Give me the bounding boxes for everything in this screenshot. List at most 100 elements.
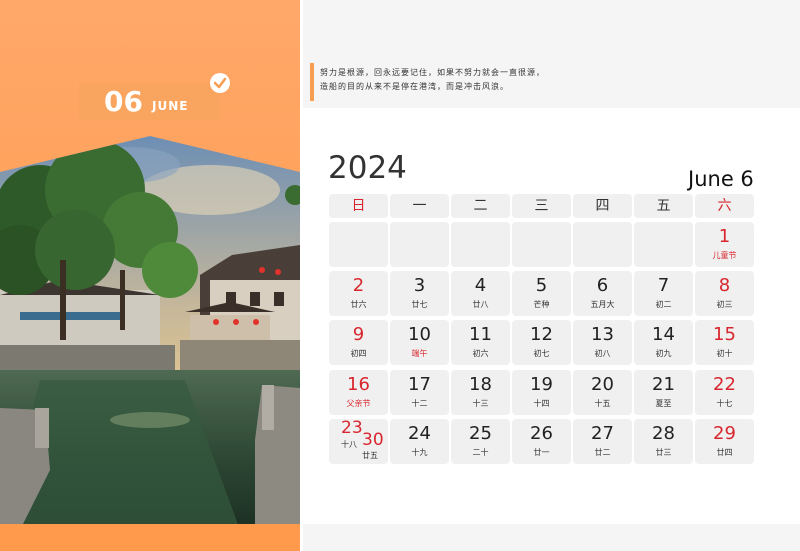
empty-day-cell [390, 222, 449, 267]
day-number: 14 [652, 324, 675, 345]
lunar-date: 十九 [411, 448, 428, 457]
day-cell[interactable]: 13 初八 [573, 320, 632, 365]
day-number: 2 [352, 275, 365, 296]
day-cell[interactable]: 11 初六 [451, 320, 510, 365]
lunar-date: 十五 [594, 399, 611, 408]
lunar-date: 廿三 [655, 448, 672, 457]
day-cell[interactable]: 18 十三 [451, 370, 510, 415]
day-number: 3 [413, 275, 426, 296]
day-cell[interactable]: 29 廿四 [695, 419, 754, 464]
day-cell[interactable]: 16 父亲节 [329, 370, 388, 415]
lunar-date: 芒种 [533, 300, 550, 309]
lunar-date: 初四 [350, 349, 367, 358]
lunar-date: 初六 [472, 349, 489, 358]
lunar-date: 初九 [655, 349, 672, 358]
day-number: 16 [347, 374, 370, 395]
day-cell[interactable]: 8 初三 [695, 271, 754, 316]
lunar-date: 初二 [655, 300, 672, 309]
lunar-date: 初十 [716, 349, 733, 358]
lunar-date: 十七 [716, 399, 733, 408]
lunar-date: 廿四 [716, 448, 733, 457]
day-cell[interactable]: 24 十九 [390, 419, 449, 464]
day-cell[interactable]: 4 廿八 [451, 271, 510, 316]
day-number: 24 [408, 423, 431, 444]
day-cell[interactable]: 7 初二 [634, 271, 693, 316]
month-label: June 6 [688, 167, 754, 191]
lunar-date: 廿六 [350, 300, 367, 309]
day-number: 13 [591, 324, 614, 345]
day-number: 25 [469, 423, 492, 444]
quote-accent-bar [310, 63, 314, 101]
day-cell[interactable]: 10 端午 [390, 320, 449, 365]
day-number: 8 [718, 275, 731, 296]
lunar-date: 十八 [341, 440, 357, 449]
weekday-header: 六 [695, 194, 754, 218]
quote-line-2: 造船的目的从来不是停在港湾，而是冲击风浪。 [320, 82, 509, 91]
day-number: 27 [591, 423, 614, 444]
day-number: 17 [408, 374, 431, 395]
empty-day-cell [512, 222, 571, 267]
day-cell[interactable]: 27 廿二 [573, 419, 632, 464]
year-label: 2024 [328, 150, 407, 186]
lunar-date: 端午 [411, 349, 428, 358]
lunar-date: 初七 [533, 349, 550, 358]
lunar-date: 廿八 [472, 300, 489, 309]
day-cell[interactable]: 17 十二 [390, 370, 449, 415]
lunar-date: 廿一 [533, 448, 550, 457]
day-number: 20 [591, 374, 614, 395]
quote-line-1: 努力是根源，回永远要记住，如果不努力就会一直很源， [320, 68, 545, 77]
empty-day-cell [634, 222, 693, 267]
day-cell[interactable]: 14 初九 [634, 320, 693, 365]
day-cell[interactable]: 5 芒种 [512, 271, 571, 316]
month-name: JUNE [152, 99, 189, 113]
day-cell[interactable]: 19 十四 [512, 370, 571, 415]
day-cell[interactable]: 6 五月大 [573, 271, 632, 316]
day-number: 7 [657, 275, 670, 296]
weekday-header: 一 [390, 194, 449, 218]
lunar-date: 廿七 [411, 300, 428, 309]
day-number: 19 [530, 374, 553, 395]
day-number: 28 [652, 423, 675, 444]
weekday-header: 日 [329, 194, 388, 218]
lunar-date: 二十 [472, 448, 489, 457]
day-cell[interactable]: 3 廿七 [390, 271, 449, 316]
check-icon [210, 73, 230, 93]
day-number: 11 [469, 324, 492, 345]
day-cell[interactable]: 25 二十 [451, 419, 510, 464]
lunar-date: 廿二 [594, 448, 611, 457]
lunar-date: 初三 [716, 300, 733, 309]
lunar-date: 十二 [411, 399, 428, 408]
day-cell[interactable]: 20 十五 [573, 370, 632, 415]
weekday-header: 五 [634, 194, 693, 218]
empty-day-cell [451, 222, 510, 267]
day-cell[interactable]: 28 廿三 [634, 419, 693, 464]
day-cell[interactable]: 2 廿六 [329, 271, 388, 316]
day-cell[interactable]: 15 初十 [695, 320, 754, 365]
lunar-date: 夏至 [655, 399, 672, 408]
weekday-header: 二 [451, 194, 510, 218]
weekday-header: 三 [512, 194, 571, 218]
day-number: 12 [530, 324, 553, 345]
day-cell[interactable]: 22 十七 [695, 370, 754, 415]
day-number: 29 [713, 423, 736, 444]
day-number: 18 [469, 374, 492, 395]
day-cell[interactable]: 12 初七 [512, 320, 571, 365]
lunar-date: 廿五 [362, 451, 378, 460]
lunar-date: 五月大 [590, 300, 615, 309]
day-number: 22 [713, 374, 736, 395]
day-cell[interactable]: 9 初四 [329, 320, 388, 365]
day-number: 23 [341, 418, 363, 438]
lunar-date: 父亲节 [346, 399, 371, 408]
quote-text: 努力是根源，回永远要记住，如果不努力就会一直很源， 造船的目的从来不是停在港湾，… [320, 66, 545, 94]
day-cell[interactable]: 23 十八 30 廿五 [329, 418, 388, 464]
day-number: 9 [352, 324, 365, 345]
weekday-header: 四 [573, 194, 632, 218]
day-number: 6 [596, 275, 609, 296]
day-cell[interactable]: 26 廿一 [512, 419, 571, 464]
day-cell[interactable]: 1 儿童节 [695, 222, 754, 267]
lunar-date: 十四 [533, 399, 550, 408]
day-cell[interactable]: 21 夏至 [634, 370, 693, 415]
day-number: 4 [474, 275, 487, 296]
day-number: 26 [530, 423, 553, 444]
day-number: 1 [718, 226, 731, 247]
